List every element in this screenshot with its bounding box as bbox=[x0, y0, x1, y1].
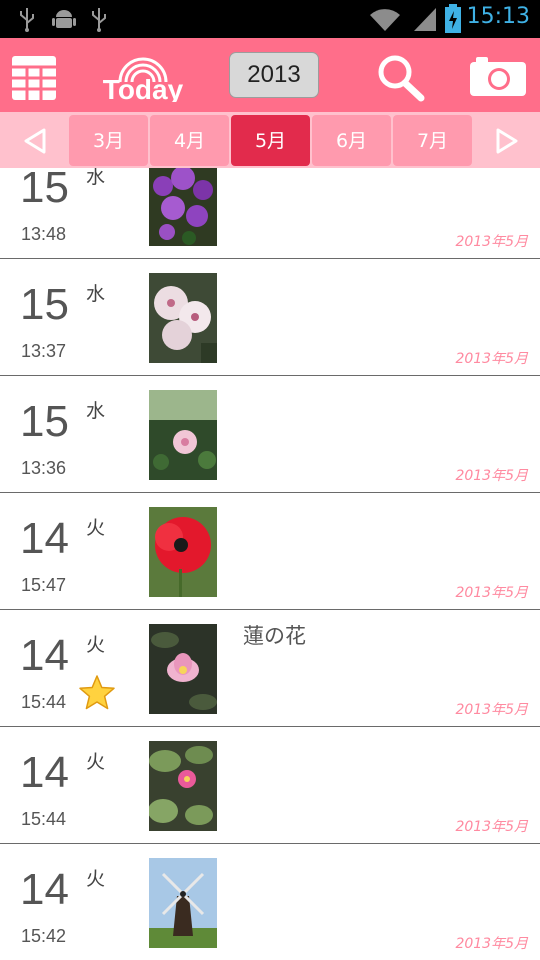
entry-day: 15 bbox=[20, 397, 69, 446]
entry-month-label: 2013年5月 bbox=[455, 585, 528, 601]
month-navigation: 3月 4月 5月 6月 7月 bbox=[0, 112, 540, 168]
white-rhododendron-photo[interactable] bbox=[149, 273, 217, 363]
battery-icon bbox=[445, 4, 461, 33]
list-item[interactable]: 14 火 15:44 2013年5月 bbox=[0, 727, 540, 844]
entry-weekday: 水 bbox=[86, 400, 106, 422]
entry-list: 15 水 13:48 2013年5月 15 水 13:37 2013年5月 15… bbox=[0, 168, 540, 960]
list-item[interactable]: 14 火 15:44 蓮の花 2013年5月 bbox=[0, 610, 540, 727]
entry-weekday: 火 bbox=[86, 517, 106, 539]
list-item[interactable]: 15 水 13:36 2013年5月 bbox=[0, 376, 540, 493]
entry-time: 15:47 bbox=[21, 575, 67, 595]
entry-weekday: 水 bbox=[86, 283, 106, 305]
usb-icon bbox=[20, 8, 34, 32]
app-header: Today 2013 bbox=[0, 38, 540, 112]
calendar-grid-icon[interactable] bbox=[12, 56, 56, 100]
wifi-icon bbox=[370, 9, 400, 31]
list-item[interactable]: 14 火 15:42 2013年5月 bbox=[0, 844, 540, 960]
entry-time: 13:37 bbox=[21, 341, 67, 361]
camera-icon[interactable] bbox=[468, 54, 528, 98]
entry-month-label: 2013年5月 bbox=[455, 234, 528, 250]
entry-weekday: 水 bbox=[86, 168, 106, 188]
entry-time: 15:44 bbox=[21, 692, 67, 712]
entry-time: 13:48 bbox=[21, 224, 67, 244]
entry-weekday: 火 bbox=[86, 751, 106, 773]
usb-icon bbox=[92, 8, 106, 32]
purple-flowers-photo[interactable] bbox=[149, 168, 217, 246]
search-icon[interactable] bbox=[376, 54, 426, 102]
entry-day: 14 bbox=[20, 748, 69, 797]
entry-time: 13:36 bbox=[21, 458, 67, 478]
entry-weekday: 火 bbox=[86, 634, 106, 656]
entry-day: 14 bbox=[20, 514, 69, 563]
entry-day: 14 bbox=[20, 631, 69, 680]
month-tab[interactable]: 4月 bbox=[150, 115, 229, 166]
today-logo[interactable]: Today bbox=[100, 52, 186, 102]
entry-month-label: 2013年5月 bbox=[455, 819, 528, 835]
month-tab[interactable]: 6月 bbox=[312, 115, 391, 166]
entry-time: 15:44 bbox=[21, 809, 67, 829]
month-tab[interactable]: 3月 bbox=[69, 115, 148, 166]
previous-month-icon[interactable] bbox=[20, 126, 50, 156]
lotus-flower-photo[interactable] bbox=[149, 624, 217, 714]
entry-day: 15 bbox=[20, 168, 69, 212]
entry-month-label: 2013年5月 bbox=[455, 351, 528, 367]
list-item[interactable]: 15 水 13:48 2013年5月 bbox=[0, 168, 540, 259]
star-icon bbox=[79, 675, 115, 710]
entry-month-label: 2013年5月 bbox=[455, 468, 528, 484]
entry-day: 14 bbox=[20, 865, 69, 914]
entry-time: 15:42 bbox=[21, 926, 67, 946]
status-time: 15:13 bbox=[466, 4, 530, 29]
list-item[interactable]: 14 火 15:47 2013年5月 bbox=[0, 493, 540, 610]
windmill-photo[interactable] bbox=[149, 858, 217, 948]
entry-day: 15 bbox=[20, 280, 69, 329]
month-tab-active[interactable]: 5月 bbox=[231, 115, 310, 166]
red-poppy-photo[interactable] bbox=[149, 507, 217, 597]
next-month-icon[interactable] bbox=[492, 126, 522, 156]
pink-flower-photo[interactable] bbox=[149, 390, 217, 480]
today-logo-text: Today bbox=[103, 74, 184, 102]
entry-weekday: 火 bbox=[86, 868, 106, 890]
list-item[interactable]: 15 水 13:37 2013年5月 bbox=[0, 259, 540, 376]
entry-month-label: 2013年5月 bbox=[455, 702, 528, 718]
month-tab[interactable]: 7月 bbox=[393, 115, 472, 166]
entry-month-label: 2013年5月 bbox=[455, 936, 528, 952]
year-button[interactable]: 2013 bbox=[229, 52, 319, 98]
status-bar: 15:13 bbox=[0, 0, 540, 38]
entry-memo: 蓮の花 bbox=[243, 624, 306, 648]
android-debug-icon bbox=[52, 10, 76, 28]
lotus-leaves-photo[interactable] bbox=[149, 741, 217, 831]
signal-icon bbox=[414, 8, 436, 31]
